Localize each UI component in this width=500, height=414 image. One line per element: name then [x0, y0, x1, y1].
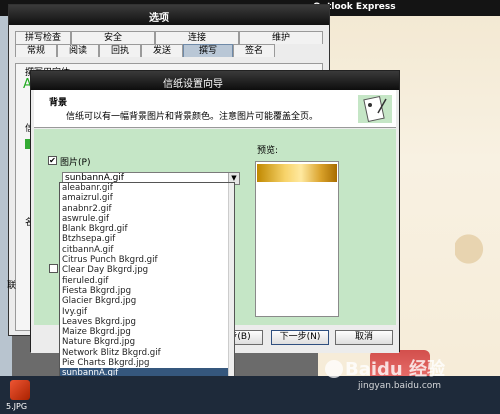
options-tab-row-2: 常规 阅读 回执 发送 撰写 签名 — [15, 44, 275, 57]
taskbar-label: 5.JPG — [6, 402, 28, 411]
tab-maintenance[interactable]: 维护 — [239, 31, 323, 44]
tab-compose[interactable]: 撰写 — [183, 44, 233, 57]
dropdown-scrollbar[interactable] — [228, 183, 234, 408]
stationery-wizard-icon — [358, 95, 392, 123]
dropdown-option[interactable]: Fiesta Bkgrd.jpg — [60, 286, 234, 296]
tab-signatures[interactable]: 签名 — [233, 44, 275, 57]
dropdown-option[interactable]: Leaves Bkgrd.jpg — [60, 317, 234, 327]
picture-dropdown-list[interactable]: aleabanr.gif amaizrul.gif anabnr2.gif aswru… — [59, 182, 235, 409]
wizard-titlebar: 信纸设置向导 — [31, 71, 399, 90]
dropdown-option[interactable]: Glacier Bkgrd.jpg — [60, 296, 234, 306]
wizard-title: 信纸设置向导 — [163, 79, 223, 90]
watermark-url: jingyan.baidu.com — [358, 381, 442, 391]
dropdown-option[interactable]: Nature Bkgrd.jpg — [60, 337, 234, 347]
preview-label: 预览: — [257, 146, 279, 156]
image-file-icon[interactable] — [10, 380, 30, 400]
options-fragment: 联 — [7, 281, 17, 291]
wizard-step-description: 信纸可以有一幅背景图片和背景颜色。注意图片可能覆盖全页。 — [66, 112, 319, 122]
tab-receipts[interactable]: 回执 — [99, 44, 141, 57]
options-tab-row-1: 拼写检查 安全 连接 维护 — [15, 31, 323, 44]
dropdown-option[interactable]: Btzhsepa.gif — [60, 234, 234, 244]
dropdown-option[interactable]: Pie Charts Bkgrd.jpg — [60, 358, 234, 368]
color-checkbox[interactable] — [49, 264, 58, 273]
dropdown-option[interactable]: Clear Day Bkgrd.jpg — [60, 265, 234, 275]
preview-image — [257, 164, 337, 182]
dropdown-option[interactable]: Maize Bkgrd.jpg — [60, 327, 234, 337]
options-title: 选项 — [149, 13, 169, 24]
picture-checkbox-label: 图片(P) — [60, 158, 91, 168]
dropdown-option[interactable]: Network Blitz Bkgrd.gif — [60, 348, 234, 358]
background-decoration — [455, 225, 500, 285]
options-titlebar: 选项 — [9, 5, 329, 25]
cancel-button[interactable]: 取消 — [335, 330, 393, 345]
dropdown-option[interactable]: amaizrul.gif — [60, 193, 234, 203]
watermark: Baidu 经验 — [345, 359, 446, 380]
tab-read[interactable]: 阅读 — [57, 44, 99, 57]
dropdown-option[interactable]: anabnr2.gif — [60, 204, 234, 214]
dropdown-option[interactable]: Citrus Punch Bkgrd.gif — [60, 255, 234, 265]
wizard-step-title: 背景 — [49, 98, 68, 108]
next-button[interactable]: 下一步(N) — [271, 330, 329, 345]
dropdown-option[interactable]: aswrule.gif — [60, 214, 234, 224]
tab-security[interactable]: 安全 — [71, 31, 155, 44]
picture-checkbox[interactable]: ✔ — [48, 156, 57, 165]
paw-icon — [325, 360, 343, 378]
dropdown-option[interactable]: fieruled.gif — [60, 276, 234, 286]
dropdown-option[interactable]: citbannA.gif — [60, 245, 234, 255]
tab-spelling[interactable]: 拼写检查 — [15, 31, 71, 44]
tab-general[interactable]: 常规 — [15, 44, 57, 57]
tab-connection[interactable]: 连接 — [155, 31, 239, 44]
dropdown-option[interactable]: Ivy.gif — [60, 307, 234, 317]
dropdown-option[interactable]: aleabanr.gif — [60, 183, 234, 193]
dropdown-option[interactable]: Blank Bkgrd.gif — [60, 224, 234, 234]
wizard-header: 背景 信纸可以有一幅背景图片和背景颜色。注意图片可能覆盖全页。 — [34, 90, 396, 128]
preview-pane — [255, 161, 339, 317]
tab-send[interactable]: 发送 — [141, 44, 183, 57]
